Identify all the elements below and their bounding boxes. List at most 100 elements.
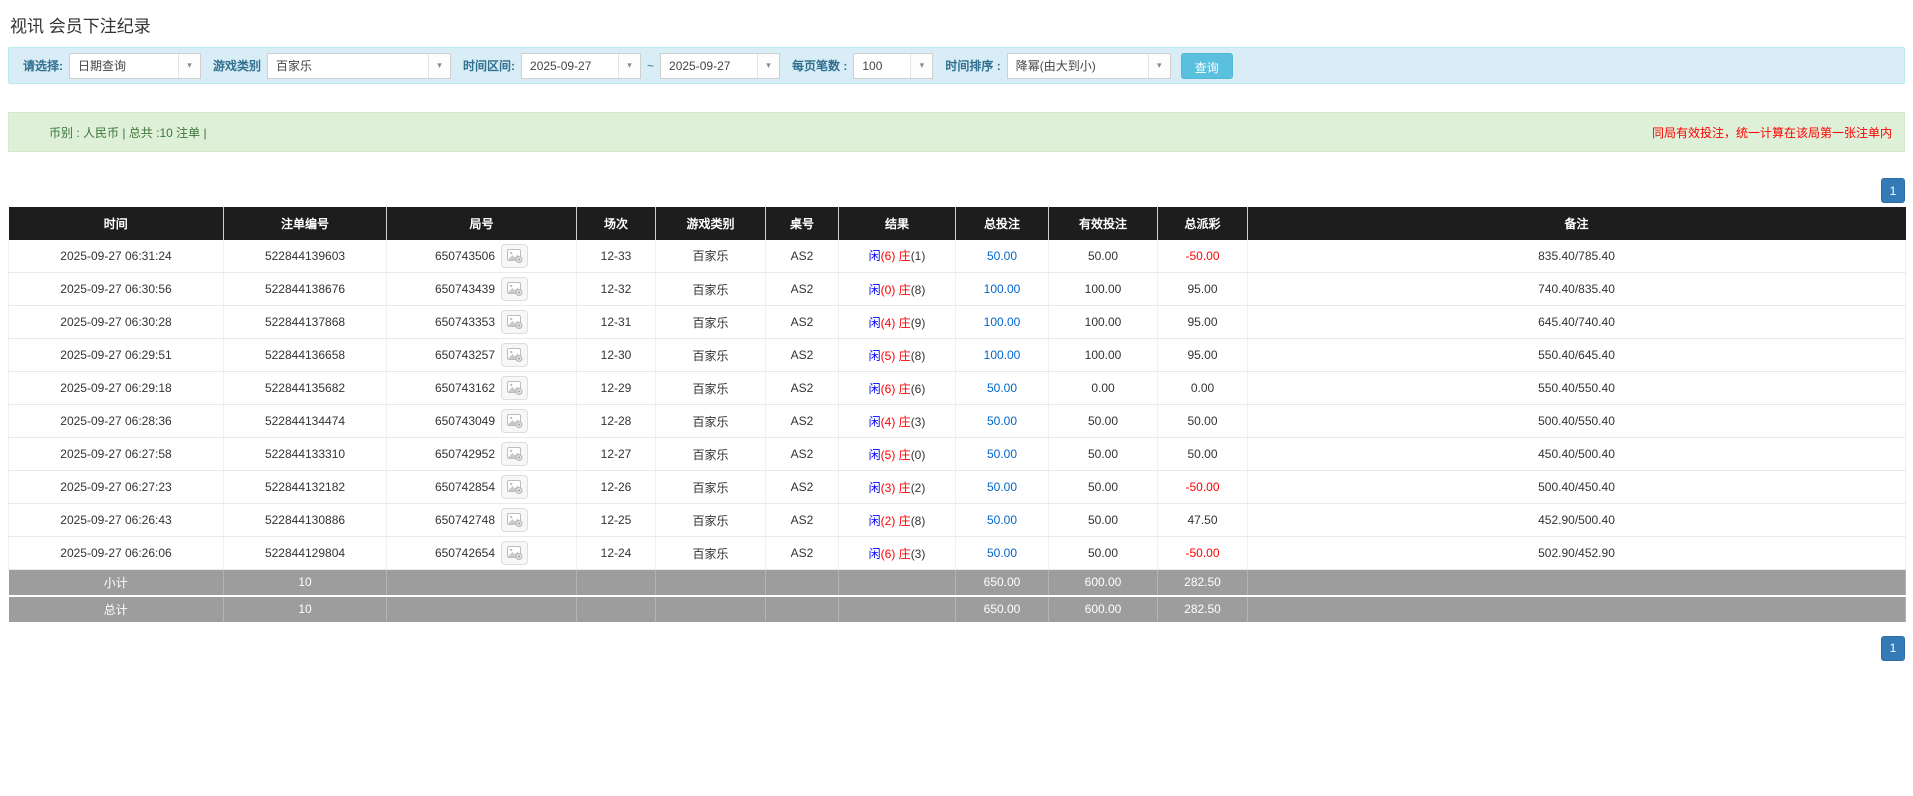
total-bet-link[interactable]: 100.00 <box>984 348 1021 362</box>
cell-bet-number: 522844138676 <box>224 273 387 306</box>
cell-bet-number: 522844133310 <box>224 438 387 471</box>
total-bet-link[interactable]: 50.00 <box>987 414 1017 428</box>
view-round-image-button[interactable] <box>501 508 528 532</box>
cell-session: 12-31 <box>577 306 656 339</box>
chevron-down-icon[interactable]: ▾ <box>1148 54 1170 78</box>
result-player-label: 闲 <box>869 316 881 330</box>
view-round-image-button[interactable] <box>501 442 528 466</box>
chevron-down-icon[interactable]: ▾ <box>618 54 640 78</box>
view-round-image-button[interactable] <box>501 541 528 565</box>
cell-result: 闲(4) 庄(3) <box>839 405 956 438</box>
cell-valid-bet: 50.00 <box>1049 405 1158 438</box>
page-1-button[interactable]: 1 <box>1881 636 1905 661</box>
summary-bar: 币别 : 人民币 | 总共 :10 注单 | 同局有效投注，统一计算在该局第一张… <box>8 112 1905 152</box>
round-number-text: 650743049 <box>435 414 495 428</box>
cell-valid-bet: 100.00 <box>1049 306 1158 339</box>
total-bet-link[interactable]: 100.00 <box>984 282 1021 296</box>
cell-game-type: 百家乐 <box>656 537 766 570</box>
betting-records-table: 时间 注单编号 局号 场次 游戏类别 桌号 结果 总投注 有效投注 总派彩 备注… <box>8 207 1906 622</box>
game-type-select[interactable]: 百家乐 ▾ <box>267 53 451 79</box>
table-row: 2025-09-27 06:29:18 522844135682 6507431… <box>9 372 1906 405</box>
view-round-image-button[interactable] <box>501 409 528 433</box>
total-bet-link[interactable]: 50.00 <box>987 381 1017 395</box>
header-total-bet: 总投注 <box>956 208 1049 240</box>
view-round-image-button[interactable] <box>501 310 528 334</box>
cell-time: 2025-09-27 06:29:18 <box>9 372 224 405</box>
page-1-button[interactable]: 1 <box>1881 178 1905 203</box>
cell-time: 2025-09-27 06:30:56 <box>9 273 224 306</box>
table-row: 2025-09-27 06:29:51 522844136658 6507432… <box>9 339 1906 372</box>
round-number-text: 650743353 <box>435 315 495 329</box>
cell-session: 12-33 <box>577 240 656 273</box>
total-bet-link[interactable]: 100.00 <box>984 315 1021 329</box>
cell-game-type: 百家乐 <box>656 273 766 306</box>
result-banker-points: (9) <box>911 316 926 330</box>
view-round-image-button[interactable] <box>501 277 528 301</box>
cell-round-number: 650742952 <box>387 438 577 471</box>
result-player-label: 闲 <box>869 249 881 263</box>
header-session: 场次 <box>577 208 656 240</box>
total-bet-link[interactable]: 50.00 <box>987 480 1017 494</box>
currency-total-text: 币别 : 人民币 | 总共 :10 注单 | <box>49 124 207 141</box>
total-valid-bet: 600.00 <box>1049 596 1158 622</box>
view-round-image-button[interactable] <box>501 244 528 268</box>
cell-round-number: 650743257 <box>387 339 577 372</box>
date-from-value: 2025-09-27 <box>522 54 618 78</box>
result-player-label: 闲 <box>869 415 881 429</box>
date-to-picker[interactable]: 2025-09-27 ▾ <box>660 53 780 79</box>
round-number-text: 650743506 <box>435 249 495 263</box>
query-type-select[interactable]: 日期查询 ▾ <box>69 53 201 79</box>
cell-round-number: 650743439 <box>387 273 577 306</box>
total-bet-link[interactable]: 50.00 <box>987 249 1017 263</box>
cell-note: 502.90/452.90 <box>1248 537 1906 570</box>
query-type-value: 日期查询 <box>70 54 178 78</box>
cell-time: 2025-09-27 06:30:28 <box>9 306 224 339</box>
cell-time: 2025-09-27 06:29:51 <box>9 339 224 372</box>
view-round-image-button[interactable] <box>501 475 528 499</box>
chevron-down-icon[interactable]: ▾ <box>178 54 200 78</box>
cell-game-type: 百家乐 <box>656 339 766 372</box>
cell-session: 12-24 <box>577 537 656 570</box>
round-number-text: 650742952 <box>435 447 495 461</box>
chevron-down-icon[interactable]: ▾ <box>428 54 450 78</box>
total-bet-link[interactable]: 50.00 <box>987 513 1017 527</box>
round-number-text: 650742854 <box>435 480 495 494</box>
cell-note: 452.90/500.40 <box>1248 504 1906 537</box>
result-banker-label: 庄 <box>899 481 911 495</box>
cell-game-type: 百家乐 <box>656 372 766 405</box>
card-image-icon <box>507 315 523 329</box>
result-banker-label: 庄 <box>899 415 911 429</box>
result-player-label: 闲 <box>869 382 881 396</box>
cell-valid-bet: 50.00 <box>1049 240 1158 273</box>
card-image-icon <box>507 447 523 461</box>
cell-valid-bet: 0.00 <box>1049 372 1158 405</box>
result-player-label: 闲 <box>869 283 881 297</box>
cell-session: 12-30 <box>577 339 656 372</box>
cell-valid-bet: 100.00 <box>1049 273 1158 306</box>
date-range-tilde: ~ <box>647 59 654 73</box>
date-from-picker[interactable]: 2025-09-27 ▾ <box>521 53 641 79</box>
cell-time: 2025-09-27 06:31:24 <box>9 240 224 273</box>
cell-bet-number: 522844135682 <box>224 372 387 405</box>
chevron-down-icon[interactable]: ▾ <box>757 54 779 78</box>
cell-payout: -50.00 <box>1158 537 1248 570</box>
result-player-points: (5) <box>881 349 896 363</box>
result-banker-label: 庄 <box>899 316 911 330</box>
result-banker-points: (3) <box>911 547 926 561</box>
cell-payout: -50.00 <box>1158 471 1248 504</box>
search-button[interactable]: 查询 <box>1181 53 1233 79</box>
chevron-down-icon[interactable]: ▾ <box>910 54 932 78</box>
cell-total-bet: 50.00 <box>956 405 1049 438</box>
sort-select[interactable]: 降幂(由大到小) ▾ <box>1007 53 1171 79</box>
cell-valid-bet: 50.00 <box>1049 438 1158 471</box>
page-size-select[interactable]: 100 ▾ <box>853 53 933 79</box>
card-image-icon <box>507 480 523 494</box>
sort-value: 降幂(由大到小) <box>1008 54 1148 78</box>
header-time: 时间 <box>9 208 224 240</box>
total-bet-link[interactable]: 50.00 <box>987 447 1017 461</box>
result-player-label: 闲 <box>869 514 881 528</box>
view-round-image-button[interactable] <box>501 343 528 367</box>
cell-payout: 95.00 <box>1158 306 1248 339</box>
total-bet-link[interactable]: 50.00 <box>987 546 1017 560</box>
view-round-image-button[interactable] <box>501 376 528 400</box>
